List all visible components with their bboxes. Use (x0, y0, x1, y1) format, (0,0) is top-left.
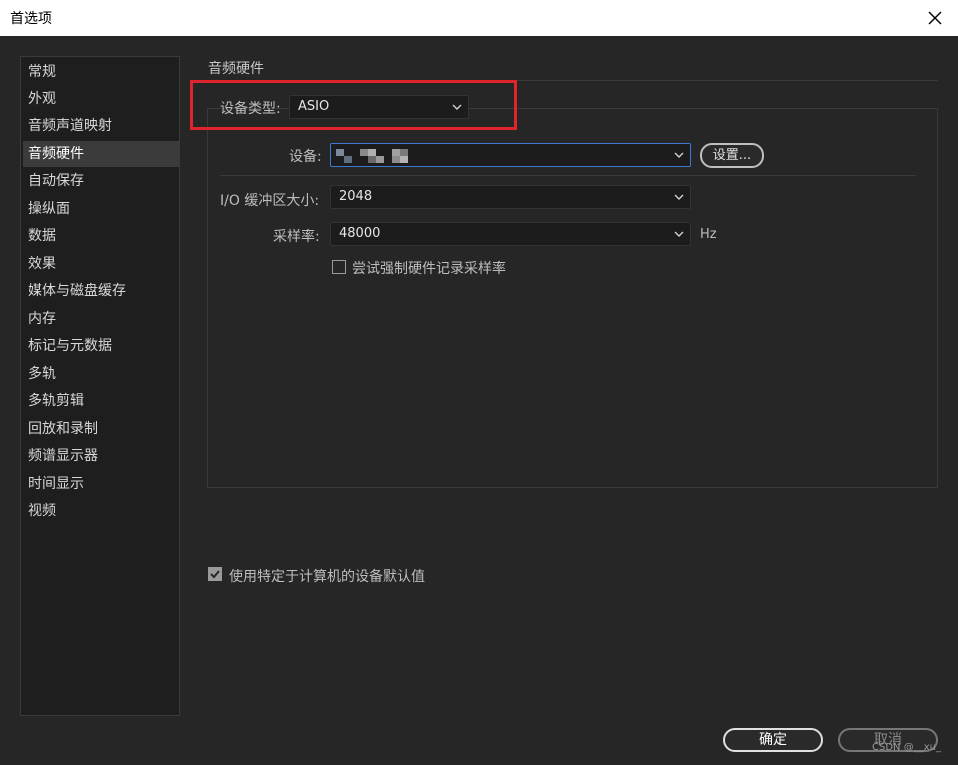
sidebar-item-media-disk-cache[interactable]: 媒体与磁盘缓存 (23, 278, 179, 304)
use-machine-defaults-checkbox[interactable] (208, 567, 222, 581)
sidebar-item-markers-metadata[interactable]: 标记与元数据 (23, 333, 179, 359)
sidebar-item-data[interactable]: 数据 (23, 223, 179, 249)
sample-rate-select[interactable]: 48000 (330, 222, 691, 246)
sidebar-item-control-surface[interactable]: 操纵面 (23, 196, 179, 222)
section-title: 音频硬件 (208, 61, 264, 77)
buffer-size-value: 2048 (339, 189, 373, 204)
sample-rate-unit: Hz (700, 227, 717, 242)
sidebar-item-time-display[interactable]: 时间显示 (23, 471, 179, 497)
category-list: 常规 外观 音频声道映射 音频硬件 自动保存 操纵面 数据 效果 媒体与磁盘缓存… (20, 56, 180, 716)
watermark: CSDN @__xu_ (872, 742, 941, 753)
window-title: 首选项 (10, 11, 52, 27)
sidebar-item-audio-channel-mapping[interactable]: 音频声道映射 (23, 113, 179, 139)
use-machine-defaults-label: 使用特定于计算机的设备默认值 (229, 569, 425, 585)
sample-rate-label: 采样率: (273, 229, 320, 245)
redacted-device-name (336, 149, 408, 163)
close-icon (928, 11, 942, 25)
chevron-down-icon (674, 231, 684, 237)
sidebar-item-appearance[interactable]: 外观 (23, 86, 179, 112)
dialog-content: 常规 外观 音频声道映射 音频硬件 自动保存 操纵面 数据 效果 媒体与磁盘缓存… (0, 36, 958, 765)
device-settings-button[interactable]: 设置... (700, 143, 764, 168)
sidebar-item-auto-save[interactable]: 自动保存 (23, 168, 179, 194)
force-sample-rate-label: 尝试强制硬件记录采样率 (352, 261, 506, 277)
highlight-annotation (190, 80, 517, 130)
sidebar-item-general[interactable]: 常规 (23, 59, 179, 85)
sidebar-item-memory[interactable]: 内存 (23, 306, 179, 332)
sidebar-item-video[interactable]: 视频 (23, 498, 179, 524)
sidebar-item-multitrack-clips[interactable]: 多轨剪辑 (23, 388, 179, 414)
buffer-size-select[interactable]: 2048 (330, 185, 691, 209)
row-divider (220, 175, 916, 176)
checkmark-icon (210, 570, 220, 579)
sidebar-item-playback-recording[interactable]: 回放和录制 (23, 416, 179, 442)
force-sample-rate-checkbox[interactable] (332, 260, 346, 274)
device-label: 设备: (289, 149, 322, 165)
ok-button[interactable]: 确定 (723, 728, 823, 752)
chevron-down-icon (674, 152, 684, 158)
sidebar-item-effects[interactable]: 效果 (23, 251, 179, 277)
sidebar-item-spectral-display[interactable]: 频谱显示器 (23, 443, 179, 469)
sidebar-item-audio-hardware[interactable]: 音频硬件 (23, 141, 179, 167)
sidebar-item-multitrack[interactable]: 多轨 (23, 361, 179, 387)
buffer-size-label: I/O 缓冲区大小: (220, 193, 320, 209)
title-bar: 首选项 (0, 0, 958, 36)
sample-rate-value: 48000 (339, 226, 381, 241)
chevron-down-icon (674, 194, 684, 200)
close-button[interactable] (920, 3, 950, 33)
